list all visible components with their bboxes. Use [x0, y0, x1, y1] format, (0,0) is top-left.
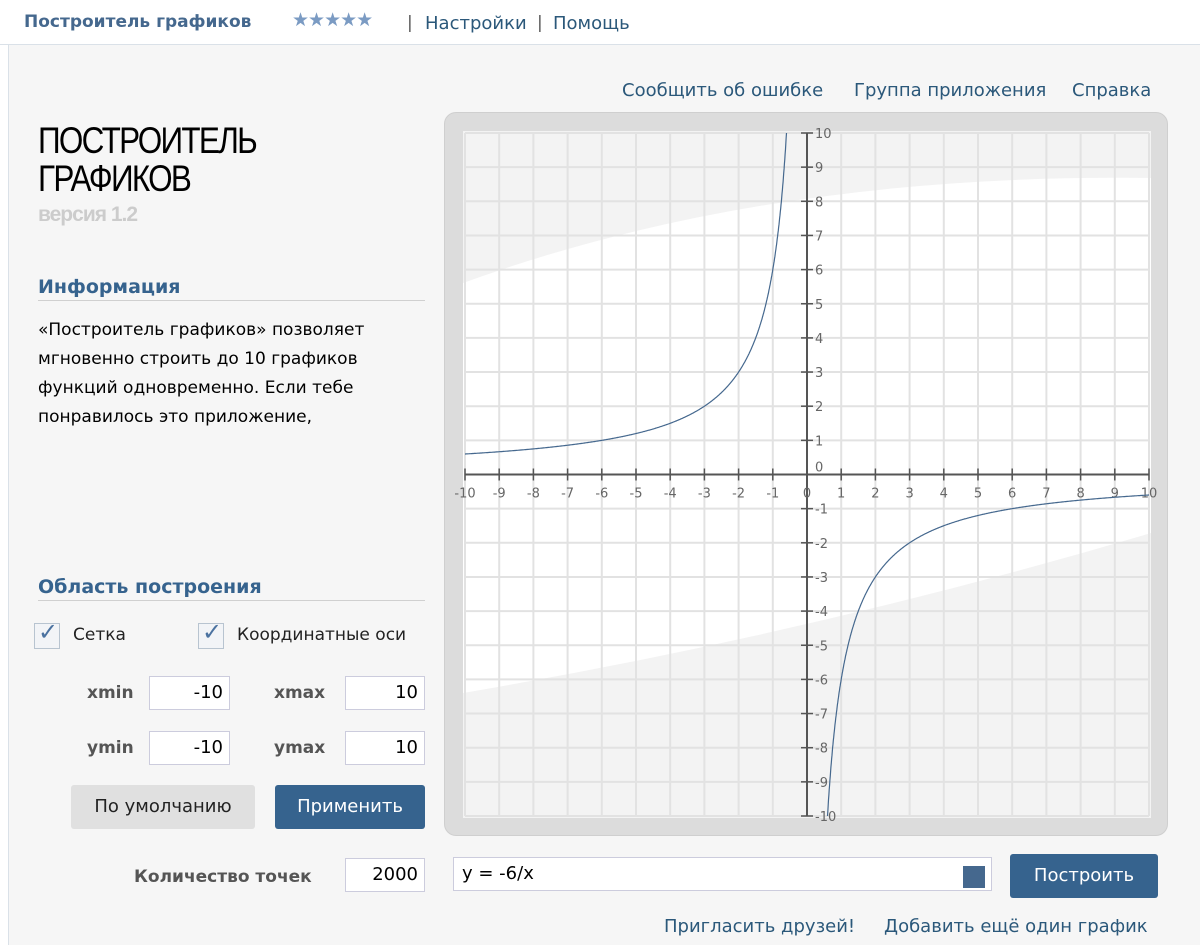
- area-heading: Область построения: [38, 576, 425, 601]
- ymin-label: ymin: [87, 738, 134, 758]
- logo-line1: ПОСТРОИТЕЛЬ: [38, 120, 258, 161]
- logo: ПОСТРОИТЕЛЬ ГРАФИКОВ: [38, 120, 258, 199]
- y-tick-label: 4: [815, 332, 823, 347]
- x-tick-label: -5: [630, 487, 643, 502]
- xmax-label: xmax: [274, 683, 326, 703]
- x-tick-label: 2: [871, 487, 879, 502]
- settings-link[interactable]: Настройки: [425, 13, 527, 34]
- x-tick-label: -10: [454, 487, 475, 502]
- y-tick-label: 8: [815, 195, 823, 210]
- x-tick-label: 6: [1008, 487, 1016, 502]
- function-text: y = -6/x: [462, 863, 534, 884]
- logo-line2: ГРАФИКОВ: [38, 158, 192, 199]
- x-tick-label: -1: [766, 487, 779, 502]
- add-graph-link[interactable]: Добавить ещё один график: [884, 916, 1148, 937]
- y-tick-label: -4: [815, 605, 828, 620]
- x-tick-label: 0: [803, 487, 811, 502]
- y-tick-label: 3: [815, 366, 823, 381]
- y-tick-label: 7: [815, 229, 823, 244]
- x-tick-label: 10: [1141, 487, 1158, 502]
- plot-button[interactable]: Построить: [1010, 854, 1158, 898]
- color-picker[interactable]: [963, 866, 985, 888]
- y-tick-label: 1: [815, 434, 823, 449]
- separator: |: [537, 13, 543, 33]
- y-tick-label: -2: [815, 537, 828, 552]
- version-label: версия 1.2: [38, 203, 138, 226]
- check-icon: ✓: [38, 618, 59, 646]
- x-tick-label: 4: [940, 487, 948, 502]
- x-tick-label: 1: [837, 487, 845, 502]
- y-tick-label: -5: [815, 639, 828, 654]
- points-label: Количество точек: [134, 867, 312, 887]
- x-tick-label: -4: [664, 487, 677, 502]
- axes-label: Координатные оси: [237, 625, 407, 645]
- xmin-input[interactable]: -10: [149, 676, 230, 710]
- x-tick-label: 3: [905, 487, 913, 502]
- axes-checkbox[interactable]: ✓: [198, 618, 224, 649]
- x-tick-label: -6: [595, 487, 608, 502]
- y-tick-label: 2: [815, 400, 823, 415]
- info-text: «Построитель графиков» позволяет мгновен…: [38, 320, 365, 427]
- plot-canvas[interactable]: -10 -9 -8 -7 -6 -5 -4 -3 -2 -1 0 1 2 3 4 5 6 7 8 9 10-10-9-8…: [444, 112, 1168, 836]
- rating-stars-icon: ★★★★★: [292, 9, 373, 31]
- x-tick-label: -9: [493, 487, 506, 502]
- y-tick-label: -9: [815, 776, 828, 791]
- x-tick-label: -2: [732, 487, 745, 502]
- x-tick-label: 5: [974, 487, 982, 502]
- help-link[interactable]: Помощь: [553, 13, 630, 34]
- apply-button[interactable]: Применить: [275, 785, 425, 829]
- y-tick-label: -8: [815, 742, 828, 757]
- ymax-label: ymax: [274, 738, 326, 758]
- x-tick-label: -7: [561, 487, 574, 502]
- invite-friends-link[interactable]: Пригласить друзей!: [664, 916, 855, 937]
- info-heading: Информация: [38, 276, 425, 301]
- report-bug-link[interactable]: Сообщить об ошибке: [622, 80, 823, 101]
- check-icon: ✓: [202, 618, 223, 646]
- x-tick-label: -8: [527, 487, 540, 502]
- xmax-input[interactable]: 10: [345, 676, 425, 710]
- y-tick-label: 9: [815, 161, 823, 176]
- xmin-label: xmin: [87, 683, 134, 703]
- default-button[interactable]: По умолчанию: [71, 785, 255, 829]
- separator: |: [407, 13, 413, 33]
- y-tick-label: 10: [815, 127, 832, 142]
- x-tick-label: -3: [698, 487, 711, 502]
- y-tick-label: -1: [815, 503, 828, 518]
- function-input[interactable]: y = -6/x: [453, 857, 992, 891]
- grid-checkbox[interactable]: ✓: [34, 618, 60, 649]
- y-tick-label: -10: [815, 810, 836, 825]
- top-bar: Построитель графиков ★★★★★ | Настройки |…: [0, 0, 1200, 45]
- app-group-link[interactable]: Группа приложения: [854, 80, 1046, 101]
- ymax-input[interactable]: 10: [345, 731, 425, 765]
- y-tick-label: -6: [815, 673, 828, 688]
- app-title[interactable]: Построитель графиков: [24, 12, 251, 32]
- ymin-input[interactable]: -10: [149, 731, 230, 765]
- x-tick-label: 7: [1042, 487, 1050, 502]
- origin-label: 0: [815, 461, 823, 476]
- y-tick-label: 5: [815, 298, 823, 313]
- y-tick-label: 6: [815, 264, 823, 279]
- reference-link[interactable]: Справка: [1072, 80, 1151, 101]
- y-tick-label: -7: [815, 708, 828, 723]
- y-tick-label: -3: [815, 571, 828, 586]
- grid-label: Сетка: [73, 625, 126, 645]
- x-tick-label: 9: [1111, 487, 1119, 502]
- points-input[interactable]: 2000: [345, 858, 425, 892]
